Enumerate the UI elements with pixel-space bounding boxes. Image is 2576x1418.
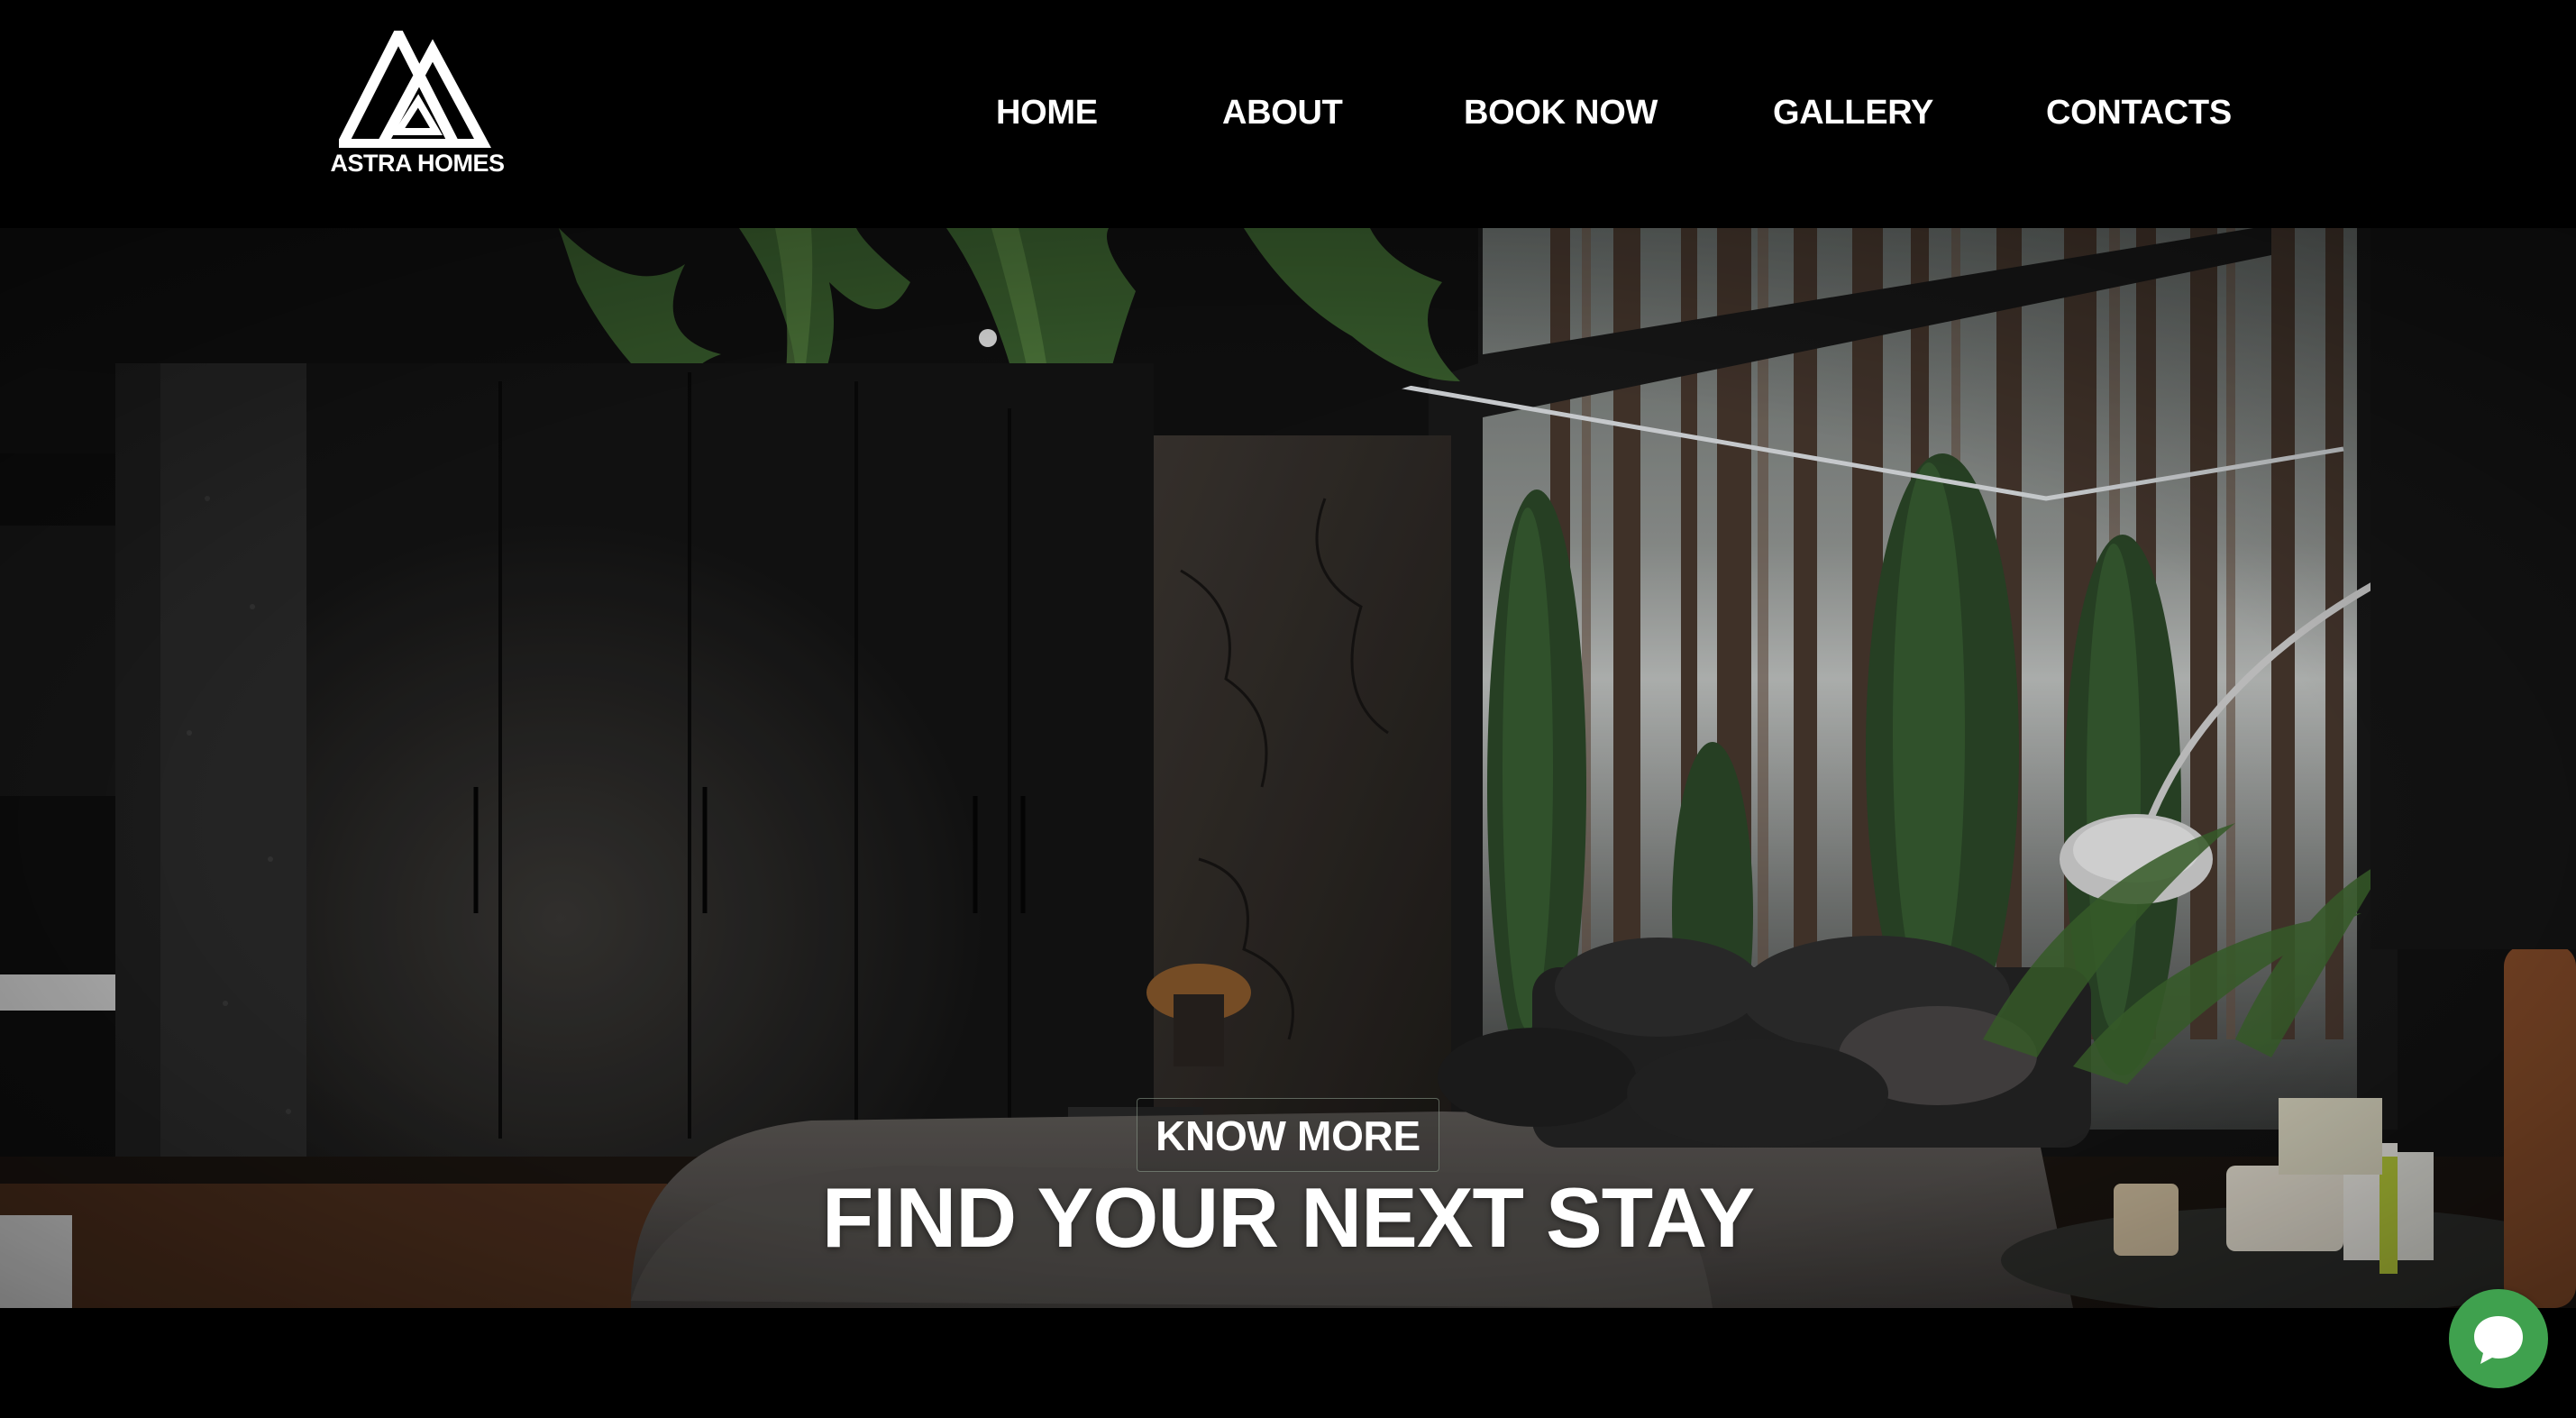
hero-title: FIND YOUR NEXT STAY [821, 1169, 1755, 1265]
page-bottom-strip [0, 1308, 2576, 1418]
brand-name: ASTRA HOMES [330, 150, 505, 177]
know-more-button[interactable]: KNOW MORE [1137, 1098, 1439, 1172]
chat-bubble-icon [2474, 1316, 2523, 1364]
chat-widget-button[interactable] [2449, 1289, 2548, 1388]
nav-item-book-now[interactable]: BOOK NOW [1464, 88, 1658, 137]
nav-item-home[interactable]: HOME [996, 88, 1098, 137]
main-nav: HOME ABOUT BOOK NOW GALLERY CONTACTS [0, 88, 2576, 137]
nav-item-contacts[interactable]: CONTACTS [2046, 88, 2232, 137]
nav-item-about[interactable]: ABOUT [1222, 88, 1343, 137]
site-header: ASTRA HOMES HOME ABOUT BOOK NOW GALLERY … [0, 0, 2576, 228]
nav-item-gallery[interactable]: GALLERY [1773, 88, 1933, 137]
